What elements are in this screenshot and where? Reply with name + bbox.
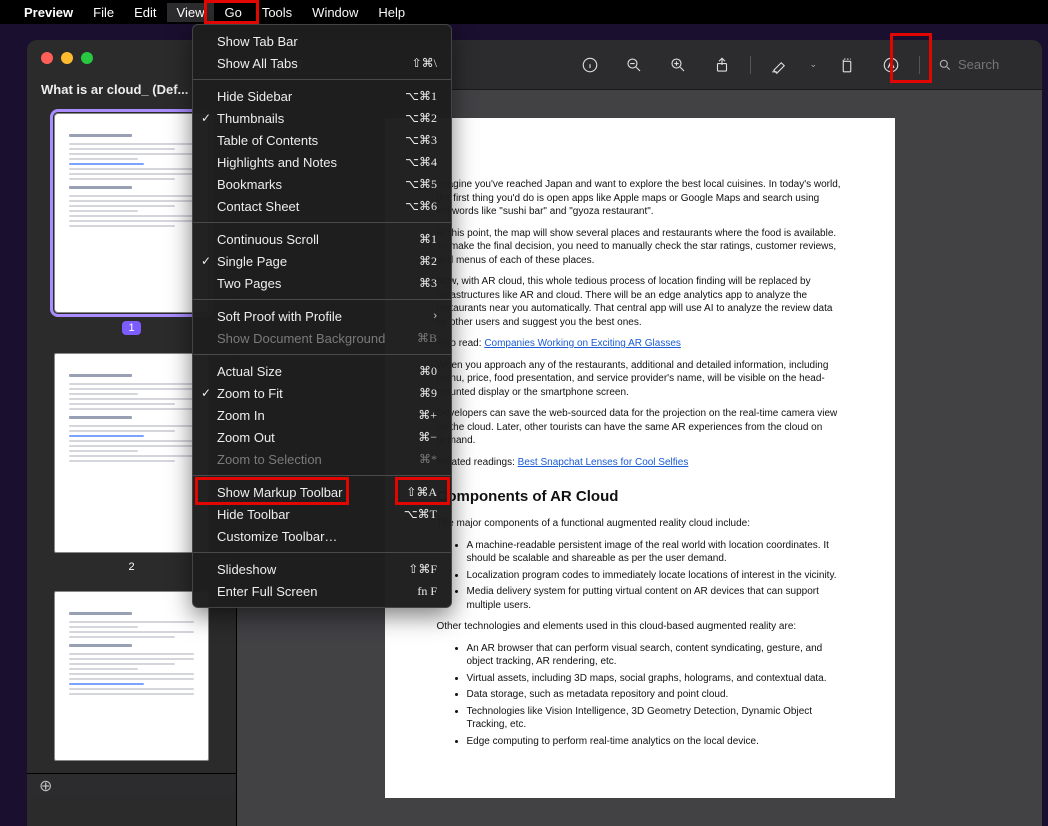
view-menu-dropdown: Show Tab BarShow All Tabs⇧⌘\ Hide Sidebar… [192,24,452,608]
doc-paragraph: The major components of a functional aug… [437,517,843,531]
add-page-button[interactable]: ⊕ [27,773,236,797]
page-number: 1 [122,321,140,335]
menu-item-zoom-in[interactable]: Zoom In⌘+ [193,404,451,426]
doc-heading: Components of AR Cloud [437,487,843,507]
menu-item-enter-full-screen[interactable]: Enter Full Screenfn F [193,580,451,602]
menu-item-highlights-and-notes[interactable]: Highlights and Notes⌥⌘4 [193,151,451,173]
menu-item-thumbnails[interactable]: ✓Thumbnails⌥⌘2 [193,107,451,129]
highlight-button[interactable] [761,51,797,79]
menu-item-single-page[interactable]: ✓Single Page⌘2 [193,250,451,272]
rotate-button[interactable] [829,51,865,79]
menubar: Preview File Edit View Go Tools Window H… [0,0,1048,24]
doc-paragraph: Now, with AR cloud, this whole tedious p… [437,275,843,329]
menu-item-zoom-to-fit[interactable]: ✓Zoom to Fit⌘9 [193,382,451,404]
page-number: 2 [128,561,134,573]
zoom-out-button[interactable] [616,51,652,79]
doc-link[interactable]: Companies Working on Exciting AR Glasses [484,338,681,349]
search-input[interactable] [958,57,1028,72]
menu-item-hide-toolbar[interactable]: Hide Toolbar⌥⌘T [193,503,451,525]
thumbnail-page-3[interactable] [39,591,224,761]
doc-paragraph: Related readings: Best Snapchat Lenses f… [437,456,843,470]
menu-item-bookmarks[interactable]: Bookmarks⌥⌘5 [193,173,451,195]
doc-list: A machine-readable persistent image of t… [437,539,843,613]
doc-link[interactable]: Best Snapchat Lenses for Cool Selfies [518,457,689,468]
toolbar-separator [919,56,920,74]
menu-edit[interactable]: Edit [124,3,166,22]
doc-paragraph: Developers can save the web-sourced data… [437,407,843,448]
doc-paragraph: When you approach any of the restaurants… [437,359,843,400]
doc-paragraph: Other technologies and elements used in … [437,620,843,634]
menu-separator [193,299,451,300]
menu-item-customize-toolbar[interactable]: Customize Toolbar… [193,525,451,547]
search-icon [938,58,952,72]
menu-item-actual-size[interactable]: Actual Size⌘0 [193,360,451,382]
menu-separator [193,354,451,355]
menu-app[interactable]: Preview [14,3,83,22]
menu-tools[interactable]: Tools [252,3,302,22]
menu-window[interactable]: Window [302,3,368,22]
menu-item-zoom-to-selection: Zoom to Selection⌘* [193,448,451,470]
share-button[interactable] [704,51,740,79]
menu-item-soft-proof-with-profile[interactable]: Soft Proof with Profile› [193,305,451,327]
preview-window: What is ar cloud_ (Def... 1 [27,40,1042,826]
menu-item-table-of-contents[interactable]: Table of Contents⌥⌘3 [193,129,451,151]
document-page: Imagine you've reached Japan and want to… [385,118,895,798]
doc-paragraph: Also read: Companies Working on Exciting… [437,337,843,351]
close-window-button[interactable] [41,52,53,64]
menu-item-hide-sidebar[interactable]: Hide Sidebar⌥⌘1 [193,85,451,107]
menu-file[interactable]: File [83,3,124,22]
doc-paragraph: Imagine you've reached Japan and want to… [437,178,843,219]
menu-help[interactable]: Help [368,3,415,22]
search-field[interactable] [930,57,1028,72]
menu-item-show-document-background: Show Document Background⌘B [193,327,451,349]
toolbar-separator [750,56,751,74]
menu-go[interactable]: Go [214,3,251,22]
menu-separator [193,79,451,80]
menu-separator [193,552,451,553]
menu-item-continuous-scroll[interactable]: Continuous Scroll⌘1 [193,228,451,250]
doc-paragraph: At this point, the map will show several… [437,227,843,268]
menu-view[interactable]: View [167,3,215,22]
menu-item-two-pages[interactable]: Two Pages⌘3 [193,272,451,294]
markup-button[interactable] [873,51,909,79]
info-button[interactable] [572,51,608,79]
menu-item-zoom-out[interactable]: Zoom Out⌘− [193,426,451,448]
menu-item-show-tab-bar[interactable]: Show Tab Bar [193,30,451,52]
menu-item-show-markup-toolbar[interactable]: Show Markup Toolbar⇧⌘A [193,481,451,503]
zoom-in-button[interactable] [660,51,696,79]
menu-item-slideshow[interactable]: Slideshow⇧⌘F [193,558,451,580]
doc-list: An AR browser that can perform visual se… [437,642,843,749]
menu-item-contact-sheet[interactable]: Contact Sheet⌥⌘6 [193,195,451,217]
fullscreen-window-button[interactable] [81,52,93,64]
menu-separator [193,222,451,223]
highlight-menu-chevron[interactable]: ⌄ [805,59,821,70]
minimize-window-button[interactable] [61,52,73,64]
menu-item-show-all-tabs[interactable]: Show All Tabs⇧⌘\ [193,52,451,74]
menu-separator [193,475,451,476]
